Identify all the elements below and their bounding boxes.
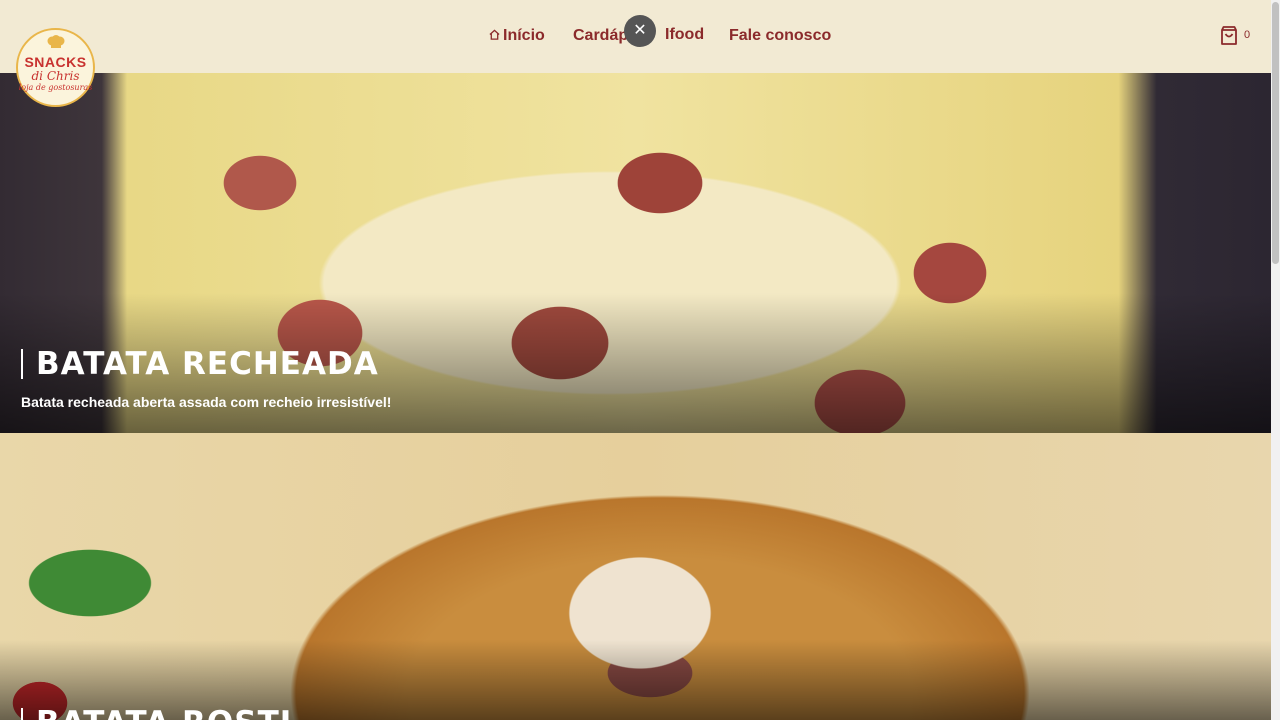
- product-banner[interactable]: BATATA RECHEADA Batata recheada aberta a…: [0, 73, 1271, 433]
- logo-subbrand: di Chris: [31, 69, 80, 83]
- product-description: Batata recheada aberta assada com rechei…: [21, 394, 392, 410]
- site-logo[interactable]: SNACKS di Chris loja de gostosuras: [16, 28, 95, 107]
- cart-button[interactable]: 0: [1218, 25, 1258, 49]
- logo-brand: SNACKS: [24, 54, 87, 70]
- nav-home-label: Início: [503, 27, 545, 44]
- nav-contact-link[interactable]: Fale conosco: [729, 27, 831, 45]
- product-title: BATATA ROSTI: [21, 708, 292, 720]
- product-title: BATATA RECHEADA: [21, 349, 379, 380]
- chef-hat-icon: [47, 35, 65, 48]
- page-scrollbar[interactable]: [1271, 0, 1280, 720]
- close-button[interactable]: ✕: [624, 15, 656, 47]
- nav-home-link[interactable]: Início: [489, 27, 545, 45]
- home-icon: [489, 29, 500, 40]
- cart-count: 0: [1244, 29, 1251, 41]
- scrollbar-thumb[interactable]: [1272, 2, 1279, 264]
- nav-ifood-link[interactable]: Ifood: [665, 26, 704, 44]
- logo-tagline: loja de gostosuras: [18, 83, 93, 92]
- shopping-bag-icon: [1221, 26, 1237, 45]
- product-banner[interactable]: BATATA ROSTI: [0, 433, 1271, 720]
